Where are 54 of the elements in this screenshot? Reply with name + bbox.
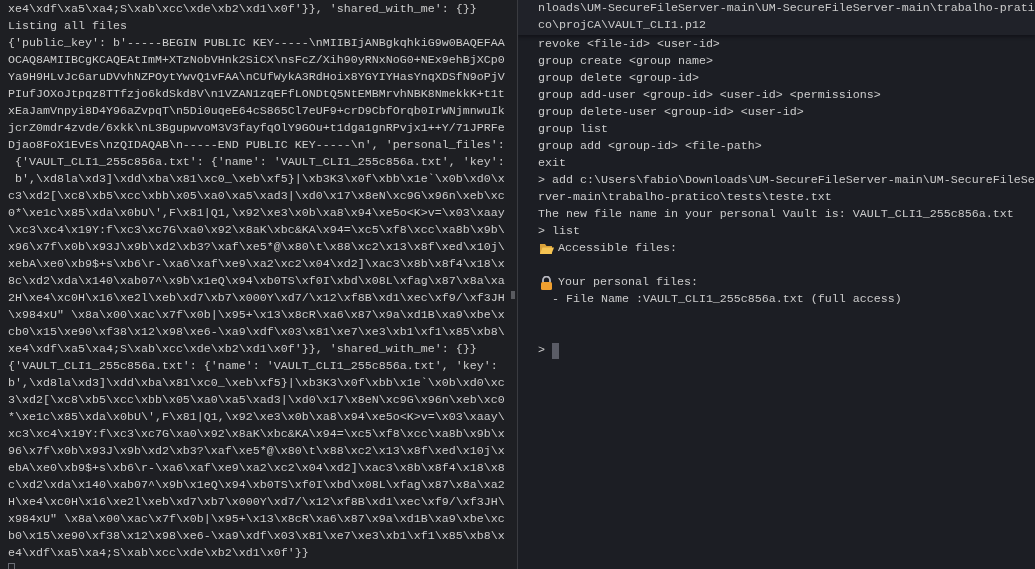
terminal-line: H\xe4\xc0H\x16\xe2l\xeb\xd7\xb7\x000Y\xd7/\x12\xf8B\xd1\xec\xf9/\xf3JH\ [8, 494, 505, 511]
terminal-line: group add <group-id> <file-path> [538, 138, 762, 155]
terminal-line: jcrZ0mdr4zvde/6xkk\nL3BgupwvoM3V3fayfqOlY9GOu+t1dga1gnRPvjx1++Y/71JPRFe [8, 120, 505, 137]
terminal-line: group create <group name> [538, 53, 713, 70]
terminal-line: xEaJamVnpyi8D4Y96aZvpqT\n5Di0uqeE64cS865Cl7eUF9+crD9CbfOrqb0IrWNjmnwuIk [8, 103, 505, 120]
terminal-line: \xc3\xc4\x19Y:f\xc3\xc7G\xa0\x92\x8aK\xbc&KA\x94=\xc5\xf8\xcc\xa8b\x9b\ [8, 222, 505, 239]
terminal-line: b',\xd8la\xd3]\xdd\xba\x81\xc0_\xeb\xf5}|\xb3K3\x0f\xbb\x1e`\x0b\xd0\x [14, 171, 505, 188]
terminal-line: Djao8FoX1EvEs\nzQIDAQAB\n-----END PUBLIC KEY-----\n', 'personal_files': [8, 137, 505, 154]
terminal-line: 8c\xd2\xda\x140\xab07^\x9b\x1eQ\x94\xb0TS\xf0I\xbd\x08L\xfag\x87\x8a\xa [8, 273, 505, 290]
terminal-line: exit [538, 155, 566, 172]
terminal-line: - File Name :VAULT_CLI1_255c856a.txt (full access) [551, 291, 902, 308]
terminal-line: {'VAULT_CLI1_255c856a.txt': {'name': 'VAULT_CLI1_255c856a.txt', 'key': [8, 358, 498, 375]
terminal-line: 96\x7f\x0b\x93J\x9b\xd2\xb3?\xaf\xe5*@\x80\t\x88\xc2\x13\x8f\xed\x10j\x [8, 443, 505, 460]
terminal-line: 3\xd2[\xc8\xb5\xcc\xbb\x05\xa0\xa5\xad3|\xd0\x17\x8eN\xc9G\x96n\xeb\xc0 [8, 392, 505, 409]
terminal-line: e4\xdf\xa5\xa4;S\xab\xcc\xde\xb2\xd1\x0f'}} [8, 545, 309, 562]
terminal-line: c\xd2\xda\x140\xab07^\x9b\x1eQ\x94\xb0TS\xf0I\xbd\x08L\xfag\x87\x8a\xa2 [8, 477, 505, 494]
terminal-line: PIufJOXoJtpqz8TTfzjo6kdSkd8V\n1VZAN1zqEFfLONDtQ5NtEMBMrvhNBK8NmekkK+t1t [8, 86, 505, 103]
terminal-line: > list [538, 223, 580, 240]
terminal-line: xc3\xc4\x19Y:f\xc3\xc7G\xa0\x92\x8aK\xbc&KA\x94=\xc5\xf8\xcc\xa8b\x9b\x [8, 426, 505, 443]
terminal-line: revoke <file-id> <user-id> [538, 36, 720, 53]
terminal-line: OCAQ8AMIIBCgKCAQEAtImM+XTzNobVHnk2SiCX\nsFcZ/Xih90yRNxNoG0+NEx9ehBjXCp0 [8, 52, 505, 69]
terminal-line: group delete-user <group-id> <user-id> [538, 104, 804, 121]
scrollbar-thumb[interactable] [511, 291, 515, 299]
terminal-line: Listing all files [8, 18, 127, 35]
terminal-line: \x984xU" \x8a\x00\xac\x7f\x0b|\x95+\x13\x8cR\xa6\x87\x9a\xd1B\xa9\xbe\x [8, 307, 505, 324]
terminal-line: x984xU" \x8a\x00\xac\x7f\x0b|\x95+\x13\x8cR\xa6\x87\x9a\xd1B\xa9\xbe\xc [8, 511, 505, 528]
terminal-line: Ya9H9HLvJc6aruDVvhNZPOytYwvQ1vFAA\nCUfWykA3RdHoix8YGYIYHasYnqXDSfN9oPjV [8, 69, 505, 86]
terminal-line: *\xe1c\x85\xda\x0bU\',F\x81|Q1,\x92\xe3\x0b\xa8\x94\xe5o<K>v=\x03\xaay\ [8, 409, 505, 426]
terminal-line: b0\x15\xe90\xf38\x12\x98\xe6-\xa9\xdf\x03\x81\xe7\xe3\xb1\xf1\x85\xb8\x [8, 528, 505, 545]
section-heading: Your personal files: [558, 274, 698, 291]
terminal-line: {'VAULT_CLI1_255c856a.txt': {'name': 'VAULT_CLI1_255c856a.txt', 'key': [14, 154, 505, 171]
terminal-line: 2H\xe4\xc0H\x16\xe2l\xeb\xd7\xb7\x000Y\xd7/\x12\xf8B\xd1\xec\xf9/\xf3JH [8, 290, 505, 307]
terminal-line: group list [538, 121, 608, 138]
terminal-line: c3\xd2[\xc8\xb5\xcc\xbb\x05\xa0\xa5\xad3|\xd0\x17\x8eN\xc9G\x96n\xeb\xc [8, 188, 505, 205]
terminal-line: The new file name in your personal Vault is: VAULT_CLI1_255c856a.txt [538, 206, 1014, 223]
lock-icon [539, 275, 554, 290]
terminal-line: nloads\UM-SecureFileServer-main\UM-SecureFileServer-main\trabalho-prati [538, 0, 1035, 17]
terminal-line: xe4\xdf\xa5\xa4;S\xab\xcc\xde\xb2\xd1\x0f'}}, 'shared_with_me': {}} [8, 341, 477, 358]
terminal-line: b',\xd8la\xd3]\xdd\xba\x81\xc0_\xeb\xf5}|\xb3K3\x0f\xbb\x1e`\x0b\xd0\xc [8, 375, 505, 392]
prompt-symbol: > [538, 342, 546, 359]
terminal-line: group add-user <group-id> <user-id> <permissions> [538, 87, 881, 104]
terminal-line: 0*\xe1c\x85\xda\x0bU\',F\x81|Q1,\x92\xe3\x0b\xa8\x94\xe5o<K>v=\x03\xaay [8, 205, 505, 222]
terminal-line: x96\x7f\x0b\x93J\x9b\xd2\xb3?\xaf\xe5*@\x80\t\x88\xc2\x13\x8f\xed\x10j\ [8, 239, 505, 256]
terminal-line: co\projCA\VAULT_CLI1.p12 [538, 17, 706, 34]
terminal-line: ebA\xe0\xb9$+s\xb6\r-\xa6\xaf\xe9\xa2\xc2\x04\xd2]\xac3\x8b\x8f4\x18\x8 [8, 460, 505, 477]
folder-icon [539, 241, 554, 256]
terminal-line: xe4\xdf\xa5\xa4;S\xab\xcc\xde\xb2\xd1\x0f'}}, 'shared_with_me': {}} [8, 1, 477, 18]
section-heading: Accessible files: [558, 240, 677, 257]
terminal-line: > add c:\Users\fabio\Downloads\UM-SecureFileServer-main\UM-SecureFileSe [538, 172, 1035, 189]
terminal-line: cb0\x15\xe90\xf38\x12\x98\xe6-\xa9\xdf\x03\x81\xe7\xe3\xb1\xf1\x85\xb8\ [8, 324, 505, 341]
terminal-line: rver-main\trabalho-pratico\tests\teste.txt [538, 189, 832, 206]
terminal-line: group delete <group-id> [538, 70, 699, 87]
terminal-line: xebA\xe0\xb9$+s\xb6\r-\xa6\xaf\xe9\xa2\xc2\x04\xd2]\xac3\x8b\x8f4\x18\x [8, 256, 505, 273]
terminal-line: {'public_key': b'-----BEGIN PUBLIC KEY-----\nMIIBIjANBgkqhkiG9w0BAQEFAA [8, 35, 505, 52]
